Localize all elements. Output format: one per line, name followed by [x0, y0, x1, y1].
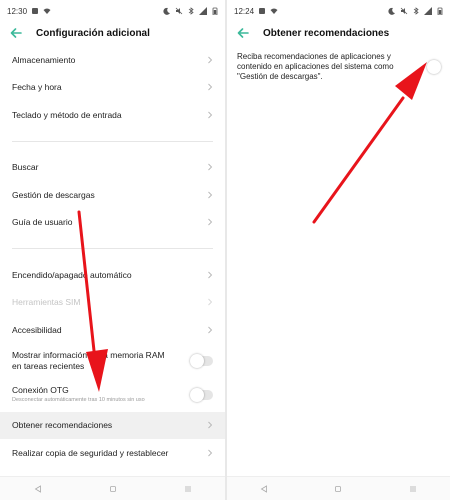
back-button[interactable]: [9, 26, 23, 40]
settings-item-ram-info[interactable]: Mostrar información de la memoria RAM en…: [0, 344, 225, 378]
app-bar: Configuración adicional: [0, 22, 225, 44]
moon-icon: [388, 7, 395, 15]
chevron-right-icon: [208, 298, 213, 306]
settings-item-otg[interactable]: Conexión OTG Desconectar automáticamente…: [0, 378, 225, 412]
settings-item-accessibility[interactable]: Accesibilidad: [0, 316, 225, 344]
nav-recents-button[interactable]: [183, 484, 193, 494]
settings-item-date-time[interactable]: Fecha y hora: [0, 74, 225, 102]
settings-item-storage[interactable]: Almacenamiento: [0, 46, 225, 74]
moon-icon: [163, 7, 170, 15]
chevron-right-icon: [208, 326, 213, 334]
settings-item-keyboard[interactable]: Teclado y método de entrada: [0, 101, 225, 129]
chevron-right-icon: [208, 83, 213, 91]
settings-item-search[interactable]: Buscar: [0, 154, 225, 182]
chevron-right-icon: [208, 271, 213, 279]
chevron-right-icon: [208, 449, 213, 457]
settings-screen-left: 12:30 Configuración adicional Almacenami…: [0, 0, 225, 500]
ram-info-toggle[interactable]: [190, 353, 213, 368]
signal-icon: [424, 7, 432, 15]
recommendations-setting[interactable]: Reciba recomendaciones de aplicaciones y…: [237, 52, 438, 82]
chevron-right-icon: [208, 111, 213, 119]
settings-item-backup-reset[interactable]: Realizar copia de seguridad y restablece…: [0, 439, 225, 467]
square-home-icon: [335, 485, 342, 492]
back-button[interactable]: [236, 26, 250, 40]
back-arrow-icon: [237, 28, 249, 38]
page-title: Configuración adicional: [36, 27, 150, 39]
chevron-right-icon: [208, 163, 213, 171]
otg-subtitle: Desconectar automáticamente tras 10 minu…: [12, 397, 145, 403]
triangle-back-icon: [34, 484, 41, 493]
status-bar: 12:30: [0, 0, 225, 22]
square-home-icon: [109, 485, 116, 492]
settings-item-auto-power[interactable]: Encendido/apagado automático: [0, 261, 225, 289]
settings-item-sim-tools: Herramientas SIM: [0, 289, 225, 317]
silent-icon: [400, 7, 408, 15]
navigation-bar: [227, 476, 450, 500]
wifi-icon: [270, 8, 278, 14]
menu-lines-icon: [184, 486, 191, 491]
signal-icon: [199, 7, 207, 15]
menu-lines-icon: [409, 486, 416, 491]
wifi-icon: [43, 8, 51, 14]
nav-back-button[interactable]: [259, 484, 269, 494]
settings-item-recommendations[interactable]: Obtener recomendaciones: [0, 411, 225, 439]
chevron-right-icon: [208, 191, 213, 199]
page-title: Obtener recomendaciones: [263, 27, 390, 39]
settings-list: Almacenamiento Fecha y hora Teclado y mé…: [0, 46, 225, 467]
nav-recents-button[interactable]: [408, 484, 418, 494]
status-time: 12:24: [234, 6, 255, 16]
app-bar: Obtener recomendaciones: [227, 22, 450, 44]
recommendations-description: Reciba recomendaciones de aplicaciones y…: [237, 52, 394, 81]
nav-home-button[interactable]: [333, 484, 343, 494]
otg-toggle[interactable]: [190, 387, 213, 402]
notification-icon: [259, 8, 266, 14]
settings-item-user-guide[interactable]: Guía de usuario: [0, 209, 225, 237]
bluetooth-icon: [413, 7, 419, 15]
status-time: 12:30: [7, 6, 28, 16]
notification-icon: [32, 8, 39, 14]
nav-home-button[interactable]: [108, 484, 118, 494]
settings-item-download-manager[interactable]: Gestión de descargas: [0, 181, 225, 209]
navigation-bar: [0, 476, 225, 500]
triangle-back-icon: [260, 484, 268, 493]
chevron-right-icon: [208, 421, 213, 429]
chevron-right-icon: [208, 218, 213, 226]
nav-back-button[interactable]: [33, 484, 43, 494]
recommendations-screen: 12:24 Obtener recomendaciones Reciba rec…: [227, 0, 450, 500]
chevron-right-icon: [208, 56, 213, 64]
battery-icon: [212, 7, 218, 15]
status-bar: 12:24: [227, 0, 450, 22]
battery-icon: [437, 7, 443, 15]
back-arrow-icon: [10, 28, 22, 38]
silent-icon: [175, 7, 183, 15]
bluetooth-icon: [188, 7, 194, 15]
